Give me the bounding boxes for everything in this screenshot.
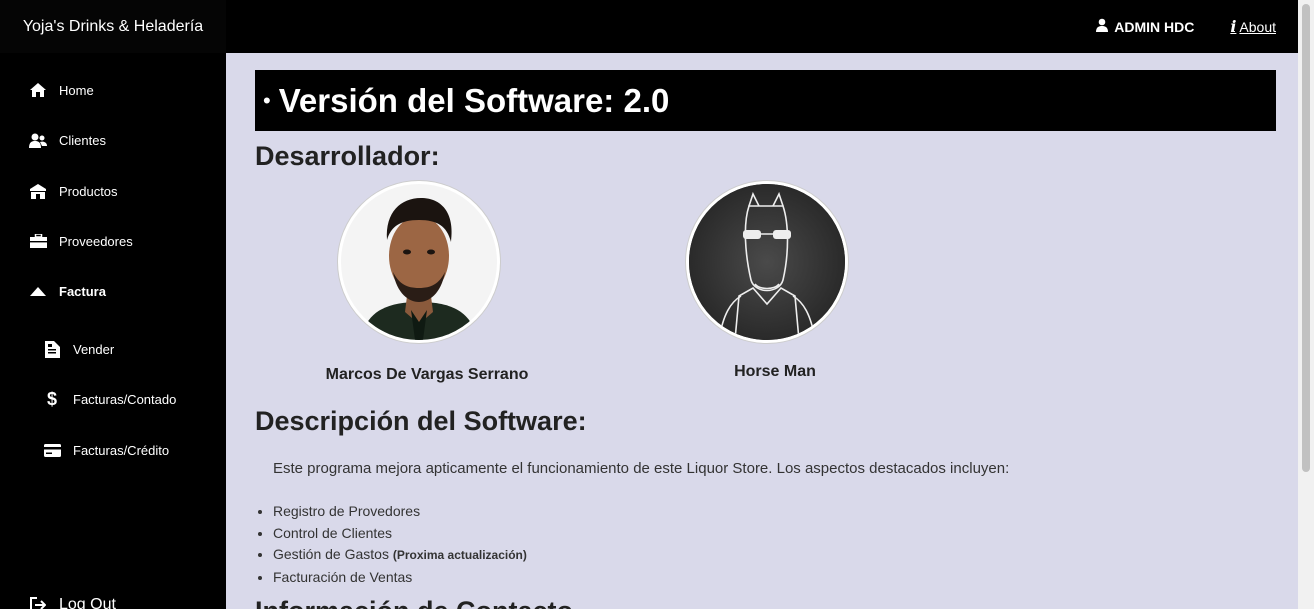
- sidebar-item-facturas-contado[interactable]: $ Facturas/Contado: [43, 388, 177, 409]
- sidebar-item-label: Proveedores: [59, 233, 133, 249]
- credit-card-icon: [43, 441, 61, 459]
- sidebar-item-label: Factura: [59, 283, 106, 299]
- document-icon: [43, 340, 61, 358]
- sidebar-item-home[interactable]: Home: [29, 81, 94, 99]
- feature-note: (Proxima actualización): [392, 548, 527, 562]
- list-item: Gestión de Gastos (Proxima actualización…: [273, 544, 527, 567]
- sidebar: Home Clientes Productos Proveedores Fact…: [0, 53, 226, 609]
- bullet-icon: •: [263, 87, 271, 113]
- about-label: About: [1239, 18, 1276, 35]
- features-list: Registro de Provedores Control de Client…: [273, 501, 527, 588]
- list-item: Registro de Provedores: [273, 501, 527, 523]
- sidebar-item-label: Productos: [59, 183, 118, 199]
- developer-name: Marcos De Vargas Serrano: [325, 366, 529, 383]
- logout-icon: [29, 596, 47, 609]
- sidebar-item-label: Facturas/Crédito: [73, 442, 170, 458]
- developer-photo: [686, 181, 848, 343]
- users-icon: [29, 131, 47, 149]
- version-banner: • Versión del Software: 2.0: [255, 70, 1276, 131]
- developer-photo: [338, 181, 500, 343]
- sidebar-item-label: Home: [59, 82, 94, 98]
- top-nav-links: ADMIN HDC i About: [1095, 0, 1276, 53]
- caret-up-icon: [29, 282, 47, 300]
- info-icon: i: [1230, 17, 1237, 36]
- developer-heading: Desarrollador:: [255, 141, 440, 171]
- home-icon: [29, 81, 47, 99]
- dollar-icon: $: [46, 388, 57, 409]
- contact-heading: Información de Contacto: [255, 596, 573, 609]
- user-label: ADMIN HDC: [1114, 18, 1195, 35]
- main-content: • Versión del Software: 2.0 Desarrollado…: [226, 53, 1298, 609]
- top-navbar: Yoja's Drinks & Heladería ADMIN HDC i Ab…: [0, 0, 1298, 53]
- sidebar-item-productos[interactable]: Productos: [29, 182, 118, 200]
- list-item: Control de Clientes: [273, 523, 527, 545]
- about-link[interactable]: i About: [1230, 17, 1276, 36]
- version-title: Versión del Software: 2.0: [278, 81, 670, 119]
- sidebar-item-label: Facturas/Contado: [73, 391, 177, 407]
- sidebar-item-label: Clientes: [59, 132, 106, 148]
- description-heading: Descripción del Software:: [255, 406, 587, 436]
- sidebar-item-factura[interactable]: Factura: [29, 282, 106, 300]
- logout-button[interactable]: Log Out: [29, 596, 116, 609]
- user-menu[interactable]: ADMIN HDC: [1095, 18, 1194, 35]
- page-scrollbar[interactable]: [1298, 0, 1314, 609]
- sidebar-item-proveedores[interactable]: Proveedores: [29, 232, 133, 250]
- logout-label: Log Out: [59, 596, 116, 609]
- briefcase-icon: [29, 232, 47, 250]
- sidebar-item-vender[interactable]: Vender: [43, 340, 114, 358]
- list-item: Facturación de Ventas: [273, 567, 527, 589]
- sidebar-item-label: Vender: [73, 341, 115, 357]
- scrollbar-thumb[interactable]: [1302, 4, 1310, 472]
- brand-title[interactable]: Yoja's Drinks & Heladería: [0, 0, 226, 53]
- sidebar-item-facturas-credito[interactable]: Facturas/Crédito: [43, 441, 169, 459]
- developer-name: Horse Man: [734, 363, 816, 380]
- description-text: Este programa mejora apticamente el func…: [273, 460, 1010, 477]
- user-icon: [1095, 18, 1109, 35]
- sidebar-item-clientes[interactable]: Clientes: [29, 131, 106, 149]
- store-icon: [29, 182, 47, 200]
